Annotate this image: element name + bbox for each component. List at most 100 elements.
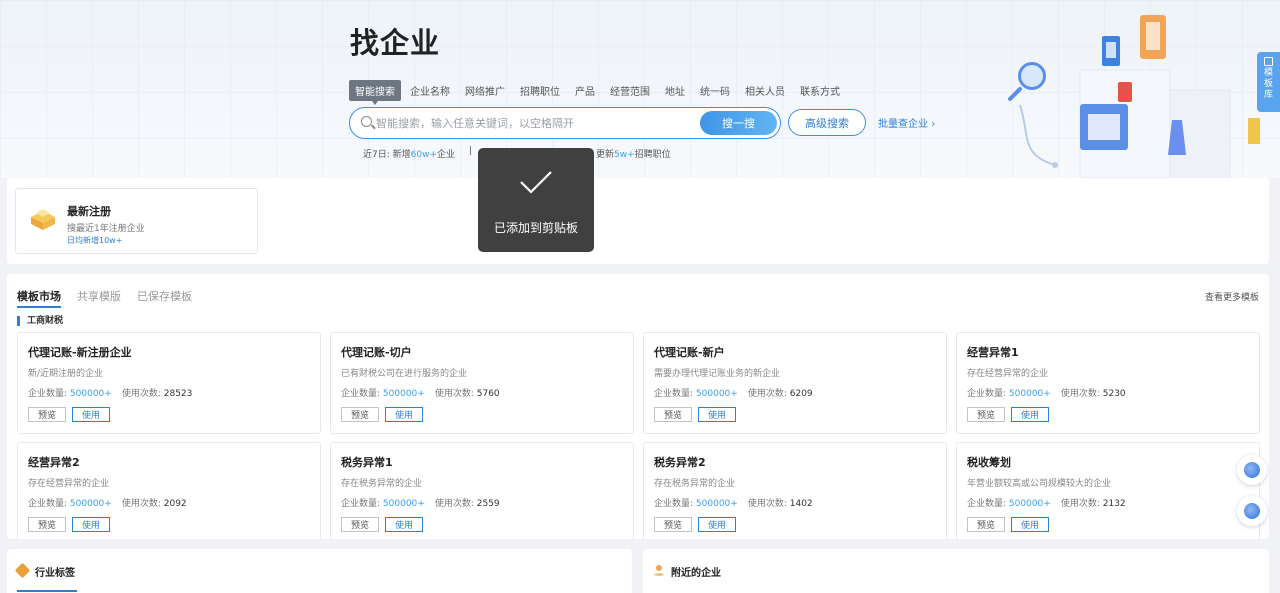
tab-unified-code[interactable]: 统一码 — [694, 80, 736, 101]
service-float-button[interactable] — [1237, 496, 1267, 526]
preview-button[interactable]: 预览 — [341, 407, 379, 422]
preview-button[interactable]: 预览 — [28, 407, 66, 422]
company-count: 500000+ — [695, 389, 738, 399]
search-input[interactable] — [376, 114, 696, 132]
preview-button[interactable]: 预览 — [967, 517, 1005, 532]
preview-button[interactable]: 预览 — [654, 517, 692, 532]
preview-button[interactable]: 预览 — [967, 407, 1005, 422]
tab-related-people[interactable]: 相关人员 — [739, 80, 791, 101]
tab-smart-search[interactable]: 智能搜索 — [349, 80, 401, 105]
template-card[interactable]: 代理记账-切户 已有财税公司在进行服务的企业 企业数量: 500000+ 使用次数: … — [330, 332, 634, 434]
tab-shared-templates[interactable]: 共享模版 — [77, 288, 121, 308]
template-card[interactable]: 经营异常1 存在经营异常的企业 企业数量: 500000+ 使用次数: 5230 预览使… — [956, 332, 1260, 434]
count-label: 企业数量: — [341, 389, 381, 399]
more-templates-link[interactable]: 查看更多模板 — [1205, 290, 1259, 303]
template-card[interactable]: 经营异常2 存在经营异常的企业 企业数量: 500000+ 使用次数: 2092 预览使… — [17, 442, 321, 539]
company-count: 500000+ — [1008, 499, 1051, 509]
uses-label: 使用次数: — [121, 389, 161, 399]
person-location-icon — [654, 565, 664, 576]
template-card-title: 代理记账-新户 — [654, 346, 725, 359]
use-button[interactable]: 使用 — [72, 517, 110, 532]
tab-saved-templates[interactable]: 已保存模板 — [137, 288, 192, 308]
template-card-title: 税务异常1 — [341, 456, 393, 469]
uses-label: 使用次数: — [747, 389, 787, 399]
stats-new-suffix: 企业 — [437, 150, 456, 160]
uses-label: 使用次数: — [1060, 499, 1100, 509]
chevron-right-icon: › — [931, 119, 936, 130]
template-card-title: 经营异常1 — [967, 346, 1019, 359]
quick-entry-panel: 最新注册 搜最近1年注册企业 日均新增10w+ — [7, 178, 1269, 264]
search-button[interactable]: 搜一搜 — [700, 111, 777, 135]
template-card-desc: 年营业额较高或公司规模较大的企业 — [967, 479, 1112, 489]
advanced-search-button[interactable]: 高级搜索 — [788, 109, 866, 136]
template-card-desc: 已有财税公司在进行服务的企业 — [341, 369, 468, 379]
use-button[interactable]: 使用 — [1011, 517, 1049, 532]
count-label: 企业数量: — [654, 389, 694, 399]
section-title: 工商财税 — [17, 316, 63, 326]
company-count: 500000+ — [1008, 389, 1051, 399]
magnifier-illustration-icon — [1018, 62, 1046, 90]
template-card[interactable]: 代理记账-新注册企业 新/近期注册的企业 企业数量: 500000+ 使用次数: 28… — [17, 332, 321, 434]
template-card-stats: 企业数量: 500000+ 使用次数: 28523 — [28, 386, 192, 399]
preview-button[interactable]: 预览 — [654, 407, 692, 422]
use-button[interactable]: 使用 — [1011, 407, 1049, 422]
template-library-side-tab[interactable]: 模板库 — [1257, 52, 1280, 112]
template-card[interactable]: 税收筹划 年营业额较高或公司规模较大的企业 企业数量: 500000+ 使用次数: 2… — [956, 442, 1260, 539]
preview-button[interactable]: 预览 — [341, 517, 379, 532]
search-icon — [361, 116, 372, 127]
use-button[interactable]: 使用 — [385, 407, 423, 422]
count-label: 企业数量: — [28, 499, 68, 509]
count-label: 企业数量: — [28, 389, 68, 399]
service-icon — [1244, 503, 1260, 519]
batch-search-link[interactable]: 批量查企业 › — [878, 115, 935, 130]
stats-separator: | — [469, 146, 473, 156]
use-button[interactable]: 使用 — [698, 517, 736, 532]
tab-contact[interactable]: 联系方式 — [794, 80, 846, 101]
tab-product[interactable]: 产品 — [569, 80, 601, 101]
building-illustration-icon — [1079, 15, 1260, 178]
tab-template-market[interactable]: 模板市场 — [17, 288, 61, 308]
use-button[interactable]: 使用 — [72, 407, 110, 422]
template-card[interactable]: 税务异常2 存在税务异常的企业 企业数量: 500000+ 使用次数: 1402 预览使… — [643, 442, 947, 539]
uses-label: 使用次数: — [434, 499, 474, 509]
use-count: 6209 — [789, 389, 813, 399]
template-card-stats: 企业数量: 500000+ 使用次数: 2132 — [967, 496, 1126, 509]
template-card[interactable]: 代理记账-新户 需要办理代理记账业务的新企业 企业数量: 500000+ 使用次数: … — [643, 332, 947, 434]
use-button[interactable]: 使用 — [385, 517, 423, 532]
use-count: 5760 — [476, 389, 500, 399]
assistant-float-button[interactable] — [1237, 455, 1267, 485]
use-count: 1402 — [789, 499, 813, 509]
count-label: 企业数量: — [967, 389, 1007, 399]
search-type-tabs: 智能搜索 企业名称 网络推广 招聘职位 产品 经营范围 地址 统一码 相关人员 … — [349, 80, 849, 105]
box-stack-icon — [31, 209, 55, 230]
tab-company-name[interactable]: 企业名称 — [404, 80, 456, 101]
template-card-stats: 企业数量: 500000+ 使用次数: 5760 — [341, 386, 500, 399]
template-card-stats: 企业数量: 500000+ 使用次数: 2559 — [341, 496, 500, 509]
tab-address[interactable]: 地址 — [659, 80, 691, 101]
use-button[interactable]: 使用 — [698, 407, 736, 422]
new-registration-card[interactable]: 最新注册 搜最近1年注册企业 日均新增10w+ — [15, 188, 258, 254]
template-card-title: 税务异常2 — [654, 456, 706, 469]
use-count: 5230 — [1102, 389, 1126, 399]
template-card-title: 经营异常2 — [28, 456, 80, 469]
template-card-desc: 存在税务异常的企业 — [341, 479, 423, 489]
industry-tags-panel: 行业标签 — [7, 549, 632, 593]
hero-banner: 找企业 智能搜索 企业名称 网络推广 招聘职位 产品 经营范围 地址 统一码 相… — [0, 0, 1280, 178]
template-card-desc: 存在税务异常的企业 — [654, 479, 736, 489]
nearby-companies-panel: 附近的企业 — [643, 549, 1269, 593]
tab-business-scope[interactable]: 经营范围 — [604, 80, 656, 101]
stats-new-count: 60w+ — [410, 150, 438, 160]
company-count: 500000+ — [382, 499, 425, 509]
stats-update-suffix: 招聘职位 — [634, 150, 671, 160]
template-card[interactable]: 税务异常1 存在税务异常的企业 企业数量: 500000+ 使用次数: 2559 预览使… — [330, 442, 634, 539]
use-count: 2559 — [476, 499, 500, 509]
preview-button[interactable]: 预览 — [28, 517, 66, 532]
weekly-stats-new: 近7日: 新增60w+企业 — [363, 147, 455, 160]
assistant-icon — [1244, 462, 1260, 478]
template-grid-icon — [1264, 57, 1273, 66]
stats-new-label: 新增 — [392, 150, 411, 160]
new-registration-subtitle: 搜最近1年注册企业 — [67, 224, 145, 234]
weekly-stats-update: 更新5w+招聘职位 — [596, 147, 671, 160]
tab-job-position[interactable]: 招聘职位 — [514, 80, 566, 101]
tab-online-promotion[interactable]: 网络推广 — [459, 80, 511, 101]
